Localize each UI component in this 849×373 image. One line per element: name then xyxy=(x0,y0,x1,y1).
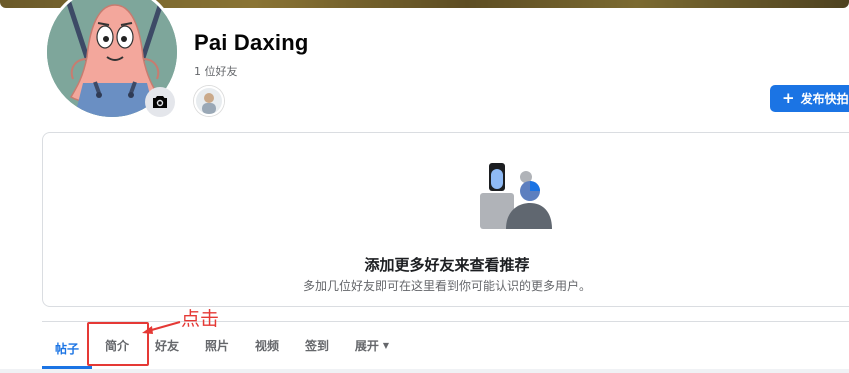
caret-down-icon: ▼ xyxy=(382,340,390,350)
suggestions-title: 添加更多好友来查看推荐 xyxy=(364,256,530,274)
suggestions-card: 添加更多好友来查看推荐 多加几位好友即可在这里看到你可能认识的更多用户。 xyxy=(42,132,849,307)
tab-more-label: 展开 xyxy=(354,338,379,353)
tab-photos[interactable]: 照片 xyxy=(192,330,242,360)
plus-icon: + xyxy=(782,89,795,107)
update-avatar-button[interactable] xyxy=(145,87,175,117)
camera-icon xyxy=(153,96,167,108)
bottom-separator xyxy=(0,369,849,373)
tab-videos[interactable]: 视频 xyxy=(242,330,292,360)
tab-posts[interactable]: 帖子 xyxy=(42,330,92,369)
friend-count[interactable]: 1 位好友 xyxy=(194,63,238,79)
friend-photo-image xyxy=(196,88,222,114)
friend-avatar[interactable] xyxy=(194,86,224,116)
tab-checkins[interactable]: 签到 xyxy=(292,330,342,360)
annotation-label: 点击 xyxy=(181,308,220,330)
profile-name: Pai Daxing xyxy=(194,30,309,55)
people-illustration-icon xyxy=(480,163,552,229)
tab-more[interactable]: 展开 ▼ xyxy=(342,330,402,360)
suggestions-subtitle: 多加几位好友即可在这里看到你可能认识的更多用户。 xyxy=(302,279,591,293)
add-story-label: 发布快拍 xyxy=(800,92,849,106)
add-story-button[interactable]: + 发布快拍 xyxy=(770,85,849,112)
